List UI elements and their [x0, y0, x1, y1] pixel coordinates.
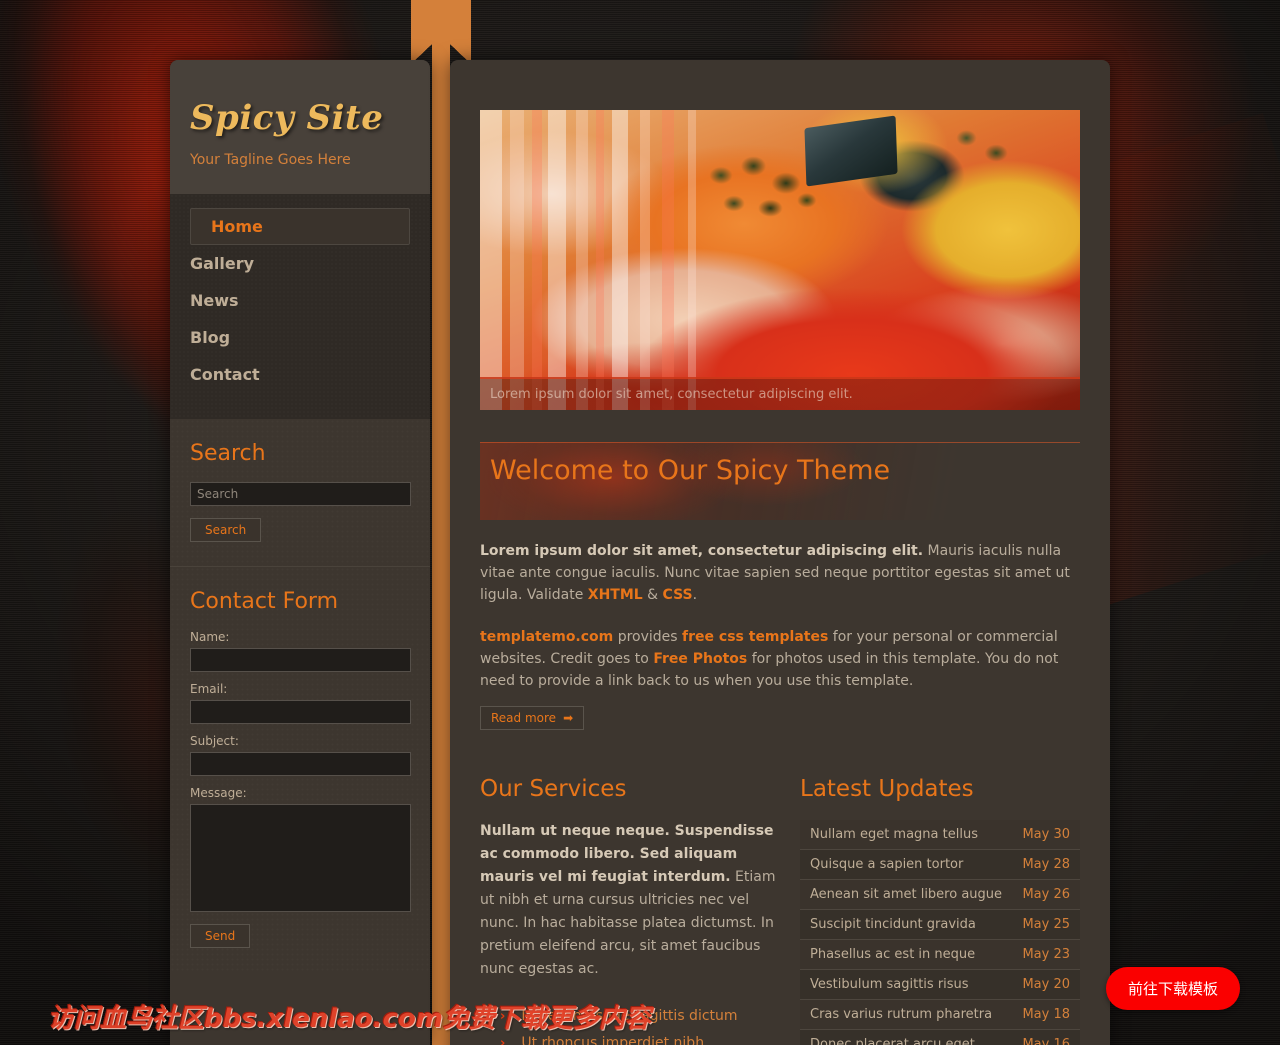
- search-submit-button[interactable]: Search: [190, 518, 262, 542]
- nav-item-home[interactable]: Home: [190, 208, 410, 245]
- hero-banner: Lorem ipsum dolor sit amet, consectetur …: [480, 110, 1080, 410]
- download-template-button[interactable]: 前往下载模板: [1105, 967, 1240, 1010]
- parsley-garnish-right: [935, 120, 1025, 180]
- services-paragraph: Nullam ut neque neque. Suspendisse ac co…: [480, 820, 780, 981]
- update-date: May 16: [1022, 1037, 1070, 1045]
- streak-2: [510, 110, 524, 410]
- banner-light-streaks: [480, 110, 720, 410]
- site-logo-title: Spicy Site: [190, 98, 384, 138]
- update-date: May 30: [1022, 827, 1070, 842]
- subject-input[interactable]: [190, 752, 411, 776]
- update-title[interactable]: Suscipit tincidunt gravida: [800, 910, 1012, 940]
- table-row[interactable]: Cras varius rutrum pharetra May 18: [800, 999, 1080, 1030]
- update-date: May 23: [1022, 947, 1070, 962]
- page-root: Spicy Site Your Tagline Goes Here Home G…: [0, 0, 1280, 1045]
- xhtml-link[interactable]: XHTML: [588, 587, 643, 603]
- update-date: May 20: [1022, 977, 1070, 992]
- send-button[interactable]: Send: [190, 924, 251, 948]
- update-date: May 26: [1022, 887, 1070, 902]
- streak-8: [640, 110, 650, 410]
- contact-form-widget: Contact Form Name: Email: Subject: Messa…: [170, 567, 430, 972]
- page-title: Welcome to Our Spicy Theme: [490, 455, 891, 486]
- arrow-right-icon: ➡: [563, 711, 574, 725]
- services-body-text: Etiam ut nibh et urna cursus ultricies n…: [480, 869, 776, 977]
- welcome-hero: Welcome to Our Spicy Theme: [480, 442, 1080, 520]
- table-row[interactable]: Aenean sit amet libero augue May 26: [800, 879, 1080, 910]
- message-textarea[interactable]: [190, 804, 411, 912]
- intro-period: .: [692, 587, 698, 603]
- banner-caption: Lorem ipsum dolor sit amet, consectetur …: [480, 377, 1080, 410]
- table-row[interactable]: Suscipit tincidunt gravida May 25: [800, 909, 1080, 940]
- intro-lead-text: Lorem ipsum dolor sit amet, consectetur …: [480, 543, 924, 559]
- update-title[interactable]: Nullam eget magna tellus: [800, 820, 1012, 850]
- streak-1: [480, 110, 502, 410]
- table-row[interactable]: Donec placerat arcu eget May 16: [800, 1029, 1080, 1045]
- update-date: May 28: [1022, 857, 1070, 872]
- brand-header: Spicy Site Your Tagline Goes Here: [170, 60, 430, 194]
- update-date: May 25: [1022, 917, 1070, 932]
- streak-5: [576, 110, 588, 410]
- streak-10: [688, 110, 696, 410]
- streak-6: [596, 110, 604, 410]
- intro-amp: &: [642, 587, 663, 603]
- update-title[interactable]: Vestibulum sagittis risus: [800, 970, 1012, 1000]
- search-widget: Search Search: [170, 419, 430, 567]
- css-link[interactable]: CSS: [663, 587, 693, 603]
- message-field-label: Message:: [190, 786, 247, 800]
- table-row[interactable]: Nullam eget magna tellus May 30: [800, 820, 1080, 850]
- streak-7: [612, 110, 628, 410]
- nav-item-gallery[interactable]: Gallery: [170, 245, 430, 282]
- email-input[interactable]: [190, 700, 411, 724]
- name-input[interactable]: [190, 648, 411, 672]
- chevron-right-icon: ›: [500, 1036, 506, 1045]
- free-photos-link[interactable]: Free Photos: [653, 651, 747, 667]
- main-content: Lorem ipsum dolor sit amet, consectetur …: [450, 60, 1110, 1045]
- templatemo-link[interactable]: templatemo.com: [480, 629, 613, 645]
- update-title[interactable]: Quisque a sapien tortor: [800, 850, 1012, 880]
- latest-updates-section: Latest Updates Nullam eget magna tellus …: [800, 776, 1080, 1045]
- sidebar: Spicy Site Your Tagline Goes Here Home G…: [170, 60, 430, 1045]
- latest-updates-table: Nullam eget magna tellus May 30 Quisque …: [800, 820, 1080, 1045]
- read-more-button[interactable]: Read more ➡: [480, 706, 585, 730]
- update-title[interactable]: Donec placerat arcu eget: [800, 1030, 1012, 1045]
- update-title[interactable]: Cras varius rutrum pharetra: [800, 1000, 1012, 1030]
- nav-item-contact[interactable]: Contact: [170, 356, 430, 393]
- subject-field-label: Subject:: [190, 734, 239, 748]
- nav-item-news[interactable]: News: [170, 282, 430, 319]
- name-field-label: Name:: [190, 630, 230, 644]
- streak-4: [548, 110, 566, 410]
- site-tagline: Your Tagline Goes Here: [190, 152, 351, 168]
- free-css-templates-link[interactable]: free css templates: [682, 629, 828, 645]
- service-item-label: Ut rhoncus imperdiet nibh: [521, 1035, 705, 1045]
- search-widget-title: Search: [190, 441, 266, 466]
- services-lead-text: Nullam ut neque neque. Suspendisse ac co…: [480, 823, 774, 885]
- latest-updates-title: Latest Updates: [800, 776, 974, 802]
- table-row[interactable]: Phasellus ac est in neque May 23: [800, 939, 1080, 970]
- read-more-label: Read more: [491, 711, 557, 725]
- contact-form-title: Contact Form: [190, 589, 339, 614]
- table-row[interactable]: Quisque a sapien tortor May 28: [800, 849, 1080, 880]
- update-title[interactable]: Phasellus ac est in neque: [800, 940, 1012, 970]
- intro-paragraph: Lorem ipsum dolor sit amet, consectetur …: [480, 540, 1080, 606]
- credits-text-1: provides: [613, 629, 683, 645]
- email-field-label: Email:: [190, 682, 228, 696]
- streak-3: [532, 110, 542, 410]
- search-input[interactable]: [190, 482, 411, 506]
- credits-paragraph: templatemo.com provides free css templat…: [480, 626, 1080, 692]
- site-watermark: 访问血鸟社区bbs.xlenlao.com免费下载更多内容: [48, 1004, 651, 1034]
- streak-9: [662, 110, 674, 410]
- update-date: May 18: [1022, 1007, 1070, 1022]
- services-title: Our Services: [480, 776, 627, 802]
- table-row[interactable]: Vestibulum sagittis risus May 20: [800, 969, 1080, 1000]
- nav-item-blog[interactable]: Blog: [170, 319, 430, 356]
- update-title[interactable]: Aenean sit amet libero augue: [800, 880, 1012, 910]
- main-navigation: Home Gallery News Blog Contact: [170, 194, 430, 419]
